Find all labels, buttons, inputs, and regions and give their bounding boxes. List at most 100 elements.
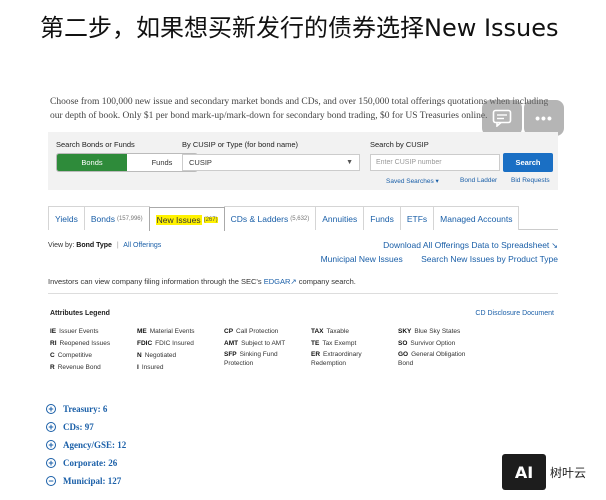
search-type-value: CUSIP [189,158,212,167]
category-treasury[interactable]: + Treasury: 6 [46,400,126,418]
view-by-label: View by: [48,242,75,249]
edgar-link[interactable]: EDGAR↗ [264,277,297,286]
tab-bonds[interactable]: Bonds (157,996) [83,206,150,230]
category-cds[interactable]: + CDs: 97 [46,418,126,436]
bonds-funds-toggle: Bonds Funds [56,153,198,172]
legend-item: TE Tax Exempt [311,340,357,347]
plus-icon: + [46,458,56,468]
product-tabs: Yields Bonds (157,996) New Issues (267) CD… [48,206,558,231]
category-label: Agency/GSE: 12 [63,440,127,450]
legend-column: CP Call Protection AMT Subject to AMT SFP S… [224,326,310,371]
search-type-select[interactable]: CUSIP ▼ [182,154,360,171]
category-label: Municipal: 127 [63,476,122,486]
external-link-icon: ↗ [290,277,297,286]
tab-label: Yields [55,213,78,224]
legend-item: TAX Taxable [311,328,349,335]
view-separator: | [116,242,119,249]
legend-item: GO General Obligation Bond [398,351,466,367]
page-headline: 第二步，如果想买新发行的债券选择New Issues [40,14,559,42]
tab-yields[interactable]: Yields [48,206,85,230]
download-arrow-icon: ↘ [551,241,558,250]
legend-item: IE Issuer Events [50,328,99,335]
tab-managed-accounts[interactable]: Managed Accounts [433,206,520,230]
search-by-product-type-link[interactable]: Search New Issues by Product Type [421,254,558,264]
download-label: Download All Offerings Data to Spreadshe… [383,240,550,250]
search-panel: Search Bonds or Funds Bonds Funds By CUS… [48,132,558,190]
legend-column: TAX Taxable TE Tax Exempt ER Extraordinary … [311,326,397,371]
category-corporate[interactable]: + Corporate: 26 [46,454,126,472]
legend-item: SFP Sinking Fund Protection [224,351,278,367]
view-all-offerings-link[interactable]: All Offerings [123,242,161,249]
legend-item: FDIC FDIC Insured [137,340,194,347]
view-by: View by: Bond Type | All Offerings [48,242,161,249]
saved-searches-link[interactable]: Saved Searches ▾ [386,177,439,185]
legend-item: R Revenue Bond [50,364,101,371]
tab-label: Annuities [322,213,358,224]
legend-item: N Negotiated [137,352,177,359]
comment-button[interactable] [482,100,522,136]
more-icon: ••• [535,110,553,126]
legend-column: ME Material Events FDIC FDIC Insured N Nego… [137,326,223,374]
sec-text-before: Investors can view company filing inform… [48,277,262,286]
tab-funds[interactable]: Funds [363,206,401,230]
tab-label: Managed Accounts [440,213,513,224]
legend-item: CP Call Protection [224,328,279,335]
edgar-label: EDGAR [263,277,291,286]
legend-item: ME Material Events [137,328,195,335]
cusip-type-label: By CUSIP or Type (for bond name) [182,140,299,149]
search-button[interactable]: Search [503,153,553,172]
plus-icon: + [46,440,56,450]
tab-annuities[interactable]: Annuities [315,206,365,230]
sec-text-after: company search. [298,277,356,286]
download-spreadsheet-link[interactable]: Download All Offerings Data to Spreadshe… [383,240,558,250]
category-label: CDs: 97 [63,422,94,432]
search-by-cusip-label: Search by CUSIP [370,140,429,149]
watermark-text: 树叶云 [550,465,587,480]
more-button[interactable]: ••• [524,100,564,136]
tab-count: (5,632) [290,215,310,222]
saved-searches-label: Saved Searches [386,178,434,185]
legend-item: AMT Subject to AMT [224,340,286,347]
bonds-funds-label: Search Bonds or Funds [56,140,135,149]
watermark-logo: AI [502,454,546,490]
legend-item: SKY Blue Sky States [398,328,461,335]
tab-cds-ladders[interactable]: CDs & Ladders (5,632) [223,206,317,230]
view-bond-type[interactable]: Bond Type [76,242,112,249]
legend-item: C Competitive [50,352,93,359]
tab-new-issues[interactable]: New Issues (267) [148,207,225,231]
legend-column: IE Issuer Events RI Reopened Issues C Compe… [50,326,136,374]
plus-icon: + [46,422,56,432]
cusip-input[interactable] [370,154,500,171]
legend-column: SKY Blue Sky States SO Survivor Option GO G… [398,326,484,371]
legend-item: RI Reopened Issues [50,340,111,347]
legend-title: Attributes Legend [50,310,110,317]
category-agency-gse[interactable]: + Agency/GSE: 12 [46,436,126,454]
bid-requests-link[interactable]: Bid Requests [511,177,550,184]
tab-label: CDs & Ladders [230,213,289,224]
chevron-down-icon: ▼ [346,159,353,166]
minus-icon: − [46,476,56,486]
tab-label: New Issues [155,214,202,225]
legend-item: ER Extraordinary Redemption [311,351,362,367]
cd-disclosure-link[interactable]: CD Disclosure Document [475,310,554,317]
municipal-new-issues-link[interactable]: Municipal New Issues [321,254,403,264]
tab-label: Bonds [90,213,115,224]
watermark: AI 树叶云 [502,452,606,492]
tab-count: (157,996) [116,215,143,222]
category-list: + Treasury: 6 + CDs: 97 + Agency/GSE: 12 + C… [46,400,126,490]
bond-ladder-link[interactable]: Bond Ladder [460,177,497,184]
embedded-screenshot: Choose from 100,000 new issue and second… [38,88,566,500]
tab-label: ETFs [406,213,428,224]
category-municipal[interactable]: − Municipal: 127 [46,472,126,490]
divider [48,293,558,294]
category-label: Corporate: 26 [63,458,118,468]
chevron-down-icon: ▾ [435,178,439,185]
tab-count: (267) [203,216,218,223]
new-issue-links: Municipal New Issues Search New Issues b… [321,254,558,264]
bonds-toggle-button[interactable]: Bonds [57,154,127,171]
plus-icon: + [46,404,56,414]
legend-item: SO Survivor Option [398,340,456,347]
tab-etfs[interactable]: ETFs [399,206,435,230]
attributes-legend: Attributes Legend CD Disclosure Document… [48,304,558,382]
category-label: Treasury: 6 [63,404,108,414]
